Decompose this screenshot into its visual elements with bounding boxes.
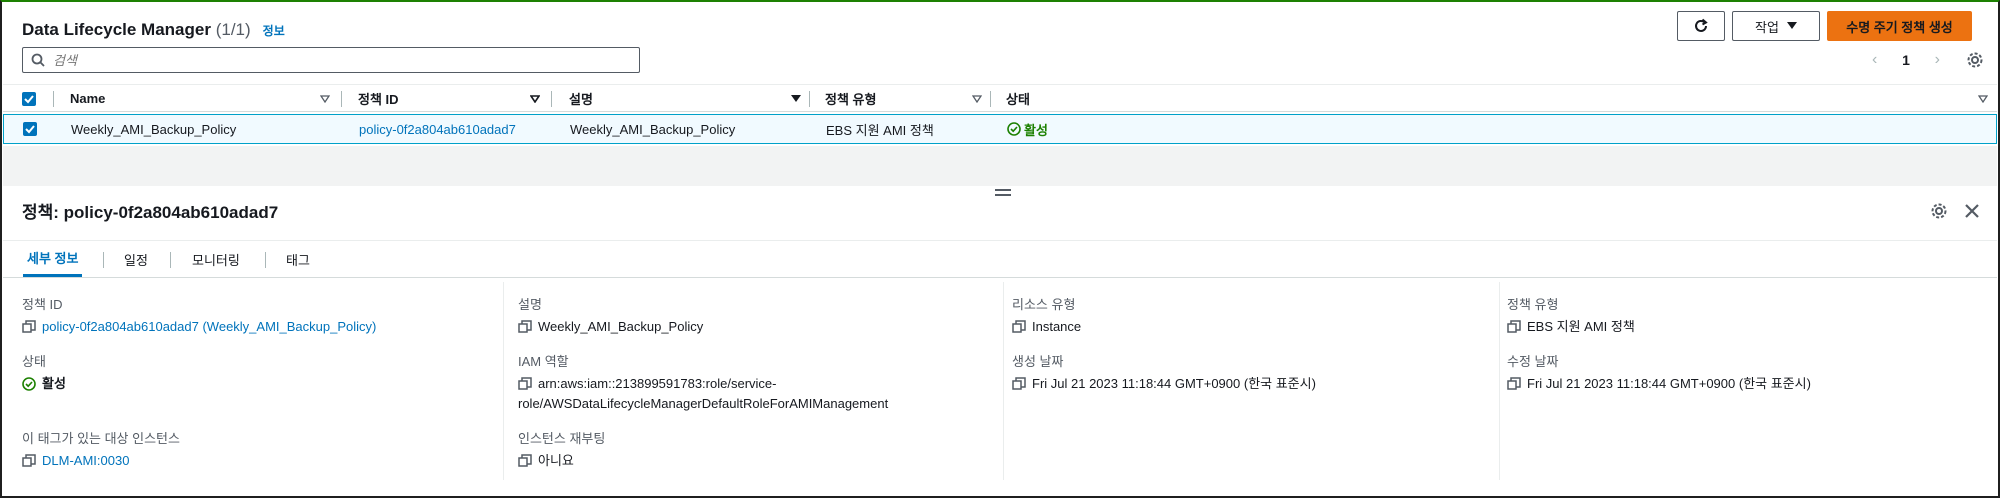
tab-schedule[interactable]: 일정 (120, 241, 152, 277)
row-status: 활성 (1007, 115, 1048, 143)
row-name: Weekly_AMI_Backup_Policy (71, 121, 237, 137)
field-policy-type: 정책 유형 EBS 지원 AMI 정책 (1507, 294, 1635, 337)
column-divider (809, 91, 810, 107)
copy-icon[interactable] (22, 454, 36, 468)
field-instance-reboot: 인스턴스 재부팅 아니요 (518, 428, 605, 471)
field-resource-type: 리소스 유형 Instance (1012, 294, 1081, 337)
field-modified-date: 수정 날짜 Fri Jul 21 2023 11:18:44 GMT+0900 … (1507, 351, 1811, 394)
page-header: Data Lifecycle Manager (1/1) 정보 (22, 14, 285, 46)
tab-monitoring[interactable]: 모니터링 (188, 241, 244, 277)
tab-divider (265, 252, 266, 268)
iam-role-value-line1: arn:aws:iam::213899591783:role/service- (538, 376, 777, 391)
search-box[interactable] (22, 47, 640, 73)
resource-count: (1/1) (215, 20, 251, 39)
column-header-policy-type[interactable]: 정책 유형 (825, 85, 990, 112)
column-header-status[interactable]: 상태 (1006, 85, 1996, 112)
row-description: Weekly_AMI_Backup_Policy (570, 121, 736, 137)
column-divider (53, 91, 54, 107)
copy-icon[interactable] (1012, 377, 1026, 391)
close-icon[interactable] (1962, 201, 1982, 221)
previous-page-icon[interactable]: ‹ (1872, 51, 1877, 69)
column-divider (551, 91, 552, 107)
page-title: Data Lifecycle Manager (1/1) (22, 20, 251, 39)
actions-dropdown-button[interactable]: 작업 (1732, 11, 1820, 41)
copy-icon[interactable] (1507, 320, 1521, 334)
field-target-tag: 이 태그가 있는 대상 인스턴스 DLM-AMI:0030 (22, 428, 180, 471)
table-settings-gear-icon[interactable] (1964, 49, 1986, 71)
copy-icon[interactable] (518, 377, 532, 391)
search-input[interactable] (53, 52, 639, 68)
target-tag-link[interactable]: DLM-AMI:0030 (42, 451, 129, 471)
column-header-description[interactable]: 설명 (569, 85, 809, 112)
modified-date-value: Fri Jul 21 2023 11:18:44 GMT+0900 (한국 표준… (1527, 376, 1811, 391)
detail-panel-title: 정책: policy-0f2a804ab610adad7 (22, 203, 279, 222)
create-policy-button[interactable]: 수명 주기 정책 생성 (1827, 11, 1972, 41)
copy-icon[interactable] (1507, 377, 1521, 391)
copy-icon[interactable] (1012, 320, 1026, 334)
description-value: Weekly_AMI_Backup_Policy (538, 319, 704, 334)
pagination: ‹ 1 › (1872, 48, 1940, 72)
field-iam-role: IAM 역할 arn:aws:iam::213899591783:role/se… (518, 351, 888, 414)
actions-label: 작업 (1755, 19, 1779, 35)
reboot-value: 아니요 (538, 453, 574, 468)
copy-icon[interactable] (22, 320, 36, 334)
column-divider (341, 91, 342, 107)
row-policy-type: EBS 지원 AMI 정책 (826, 122, 934, 138)
row-checkbox[interactable] (23, 115, 37, 143)
copy-icon[interactable] (518, 454, 532, 468)
sort-icon (1978, 94, 1988, 103)
caret-down-icon (1786, 22, 1797, 29)
sort-descending-icon (530, 94, 540, 103)
panel-settings-gear-icon[interactable] (1928, 200, 1950, 222)
split-panel-gap (3, 146, 1997, 186)
field-created-date: 생성 날짜 Fri Jul 21 2023 11:18:44 GMT+0900 … (1012, 351, 1316, 394)
iam-role-value-line2: role/AWSDataLifecycleManagerDefaultRoleF… (518, 396, 889, 411)
refresh-icon (1695, 18, 1708, 32)
row-policy-id-link[interactable]: policy-0f2a804ab610adad7 (359, 115, 516, 143)
sort-icon (972, 94, 982, 103)
column-separator (503, 282, 504, 480)
field-policy-id: 정책 ID policy-0f2a804ab610adad7 (Weekly_A… (22, 294, 376, 337)
search-icon (31, 53, 45, 67)
column-header-name[interactable]: Name (70, 85, 338, 112)
detail-tabs: 세부 정보 일정 모니터링 태그 (3, 240, 1997, 278)
split-panel-drag-handle[interactable] (995, 186, 1011, 198)
tab-divider (103, 252, 104, 268)
table-header: Name 정책 ID 설명 정책 유형 상태 (3, 84, 1997, 112)
tab-details[interactable]: 세부 정보 (23, 241, 83, 277)
select-all-checkbox[interactable] (22, 85, 36, 112)
check-circle-icon (22, 377, 36, 391)
field-status: 상태 활성 (22, 351, 66, 394)
refresh-button[interactable] (1677, 11, 1725, 41)
table-row[interactable]: Weekly_AMI_Backup_Policy policy-0f2a804a… (3, 114, 1997, 144)
status-value: 활성 (42, 376, 66, 391)
column-divider (990, 91, 991, 107)
info-link[interactable]: 정보 (263, 22, 285, 39)
created-date-value: Fri Jul 21 2023 11:18:44 GMT+0900 (한국 표준… (1032, 376, 1316, 391)
field-description: 설명 Weekly_AMI_Backup_Policy (518, 294, 703, 337)
check-circle-icon (1007, 122, 1021, 136)
sort-icon (320, 94, 330, 103)
policy-type-value: EBS 지원 AMI 정책 (1527, 319, 1635, 334)
resource-type-value: Instance (1032, 319, 1082, 334)
column-header-policy-id[interactable]: 정책 ID (358, 85, 548, 112)
current-page[interactable]: 1 (1902, 52, 1910, 68)
column-separator (1003, 282, 1004, 480)
tab-divider (170, 252, 171, 268)
sort-icon (791, 94, 801, 102)
policy-id-link[interactable]: policy-0f2a804ab610adad7 (Weekly_AMI_Bac… (42, 317, 376, 337)
column-separator (1499, 282, 1500, 480)
copy-icon[interactable] (518, 320, 532, 334)
next-page-icon[interactable]: › (1935, 51, 1940, 69)
tab-tags[interactable]: 태그 (282, 241, 314, 277)
